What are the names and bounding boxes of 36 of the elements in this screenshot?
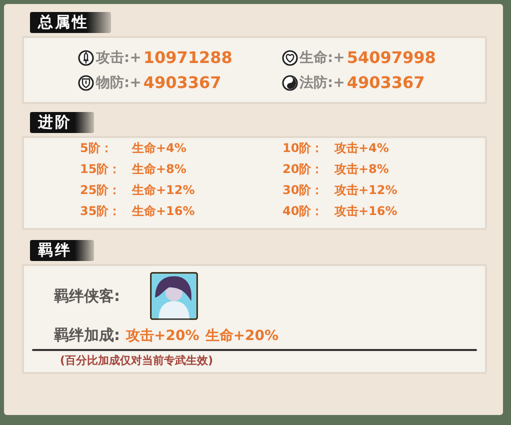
section-title: 进阶 [30, 112, 94, 133]
stat-value: 54097998 [346, 48, 436, 67]
tier-bonus: 生命+8% [132, 161, 186, 178]
tier-level: 5阶： [80, 140, 114, 157]
tier-level: 30阶： [282, 182, 324, 199]
shield-icon [78, 74, 94, 90]
tier-level: 25阶： [80, 182, 122, 199]
tier-level: 35阶： [80, 203, 122, 220]
avatar[interactable] [150, 272, 198, 320]
tier-level: 15阶： [80, 161, 122, 178]
bond-hero-label: 羁绊侠客: [54, 286, 120, 306]
stat-label: 攻击:+ [96, 48, 142, 66]
bond-bonus: 攻击+20% [126, 326, 200, 344]
stat-label: 法防:+ [300, 74, 345, 92]
stat-label: 生命:+ [300, 48, 345, 66]
tier-bonus: 攻击+4% [334, 140, 389, 157]
tier-bonus: 生命+12% [132, 182, 195, 199]
bond-note: (百分比加成仅对当前专武生效) [59, 353, 214, 368]
tier-bonus: 攻击+16% [334, 203, 398, 220]
tier-level: 40阶： [282, 203, 324, 220]
stat-value: 4903367 [346, 73, 425, 92]
tier-bonus: 攻击+12% [334, 182, 398, 199]
yin-yang-icon [282, 74, 298, 90]
stat-label: 物防:+ [96, 74, 142, 92]
stat-value: 10971288 [143, 48, 232, 67]
section-title: 羁绊 [30, 240, 94, 261]
sword-icon [78, 50, 94, 66]
section-title: 总属性 [30, 12, 111, 33]
stat-value: 4903367 [143, 73, 222, 92]
tier-level: 20阶： [282, 161, 324, 178]
tier-bonus: 生命+4% [132, 140, 186, 157]
tier-bonus: 生命+16% [132, 203, 195, 220]
bond-bonus-label: 羁绊加成: [54, 326, 120, 345]
tier-bonus: 攻击+8% [334, 161, 389, 178]
tier-level: 10阶： [282, 140, 324, 157]
bond-bonus: 生命+20% [205, 326, 278, 344]
